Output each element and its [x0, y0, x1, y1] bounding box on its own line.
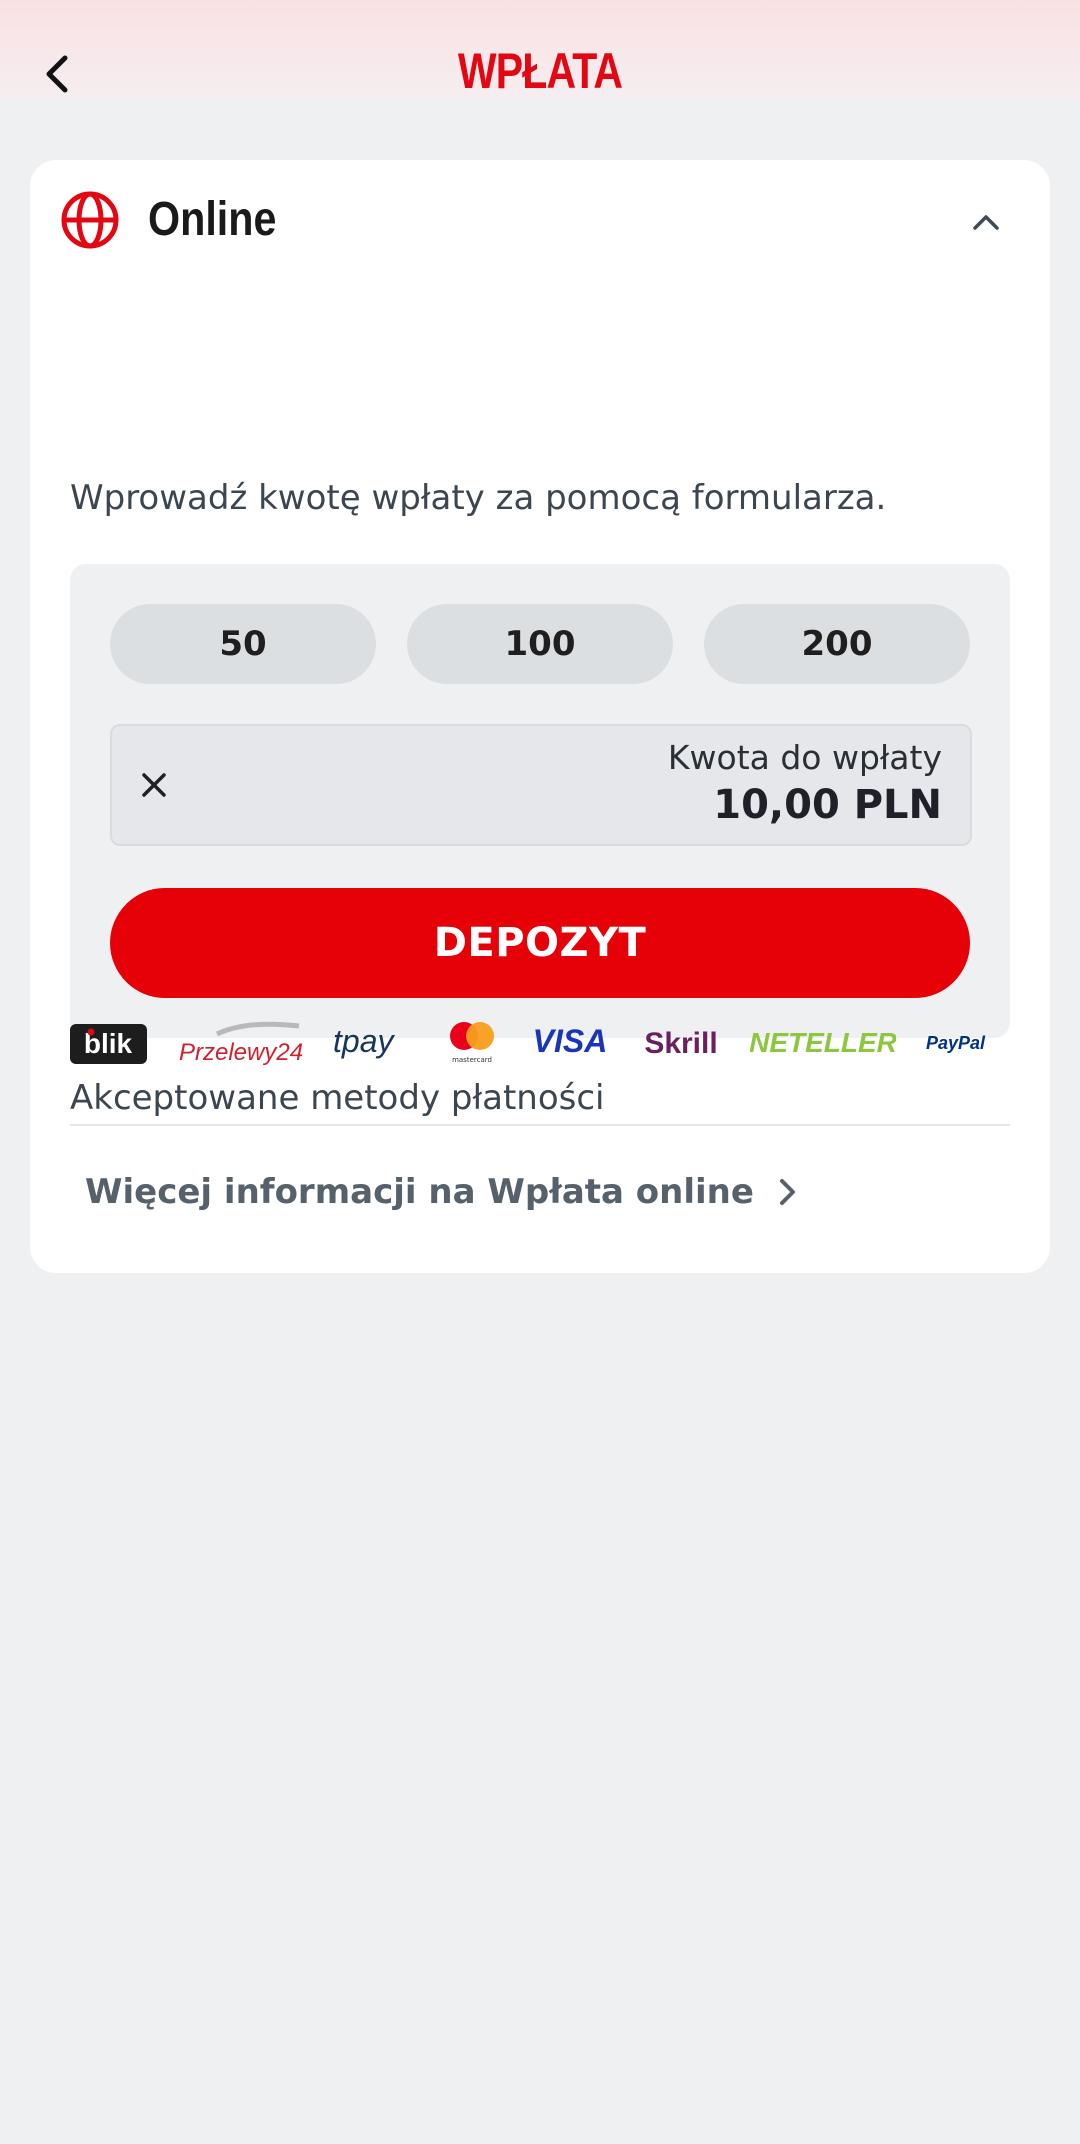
- svg-text:mastercard: mastercard: [452, 1056, 492, 1064]
- back-button[interactable]: [30, 46, 86, 102]
- chevron-left-icon: [46, 55, 68, 93]
- page-title: WPŁATA: [457, 43, 623, 99]
- blik-logo: blik: [70, 1024, 147, 1064]
- section-title: Online: [148, 193, 277, 246]
- svg-text:VISA: VISA: [533, 1023, 608, 1059]
- more-info-label: Więcej informacji na Wpłata online: [85, 1172, 754, 1212]
- svg-text:Skrill: Skrill: [644, 1027, 717, 1060]
- divider: [70, 1124, 1010, 1126]
- deposit-button[interactable]: DEPOZYT: [110, 888, 970, 998]
- online-deposit-card: Online Wprowadź kwotę wpłaty za pomocą f…: [30, 160, 1050, 1273]
- globe-icon: [61, 191, 119, 249]
- more-info-link[interactable]: Więcej informacji na Wpłata online: [85, 1172, 802, 1212]
- tpay-logo: tpay: [333, 1022, 415, 1062]
- quick-amount-200-button[interactable]: 200: [704, 604, 970, 684]
- quick-amount-50-button[interactable]: 50: [110, 604, 376, 684]
- section-description: Wprowadź kwotę wpłaty za pomocą formular…: [70, 478, 887, 518]
- amount-value: 10,00 PLN: [713, 782, 942, 828]
- mastercard-logo: mastercard: [445, 1020, 499, 1064]
- visa-logo: VISA: [530, 1022, 610, 1062]
- svg-text:tpay: tpay: [333, 1023, 395, 1059]
- payment-methods-label: Akceptowane metody płatności: [70, 1078, 605, 1118]
- quick-amount-100-button[interactable]: 100: [407, 604, 673, 684]
- close-icon: [142, 773, 166, 797]
- header-bar: WPŁATA: [0, 0, 1080, 100]
- chevron-right-icon: [779, 1179, 795, 1205]
- paypal-logo: PayPal: [926, 1026, 1010, 1060]
- amount-input[interactable]: Kwota do wpłaty 10,00 PLN: [110, 724, 972, 846]
- deposit-form: 50 100 200 Kwota do wpłaty 10,00 PLN DEP…: [70, 564, 1010, 1038]
- svg-text:PayPal: PayPal: [926, 1033, 986, 1053]
- chevron-up-icon[interactable]: [966, 202, 1006, 242]
- amount-label: Kwota do wpłaty: [667, 738, 942, 777]
- svg-text:NETELLER: NETELLER: [750, 1027, 896, 1058]
- svg-text:Przelewy24: Przelewy24: [179, 1039, 303, 1066]
- skrill-logo: Skrill: [642, 1022, 720, 1062]
- neteller-logo: NETELLER: [750, 1022, 896, 1062]
- przelewy24-logo: Przelewy24: [177, 1020, 307, 1068]
- clear-amount-button[interactable]: [132, 763, 176, 807]
- online-section-header[interactable]: Online: [30, 160, 1050, 280]
